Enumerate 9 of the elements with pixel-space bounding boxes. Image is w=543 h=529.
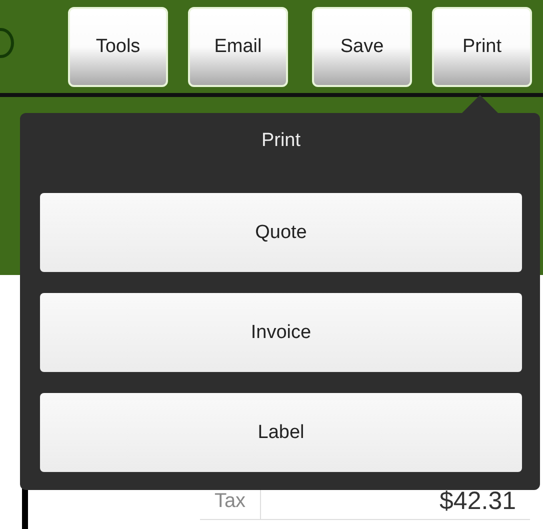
menu-option[interactable]: Invoice (40, 293, 522, 372)
toolbar-button[interactable]: Save (312, 6, 412, 86)
toolbar-button[interactable]: Print (432, 6, 532, 86)
menu-option[interactable]: Quote (40, 193, 522, 272)
popover-title: Print (260, 129, 302, 153)
toolbar-button[interactable]: Email (188, 6, 288, 86)
menu-option[interactable]: Label (40, 393, 522, 472)
toolbar-button[interactable]: Tools (68, 6, 168, 86)
total-label: Tax (213, 490, 247, 512)
